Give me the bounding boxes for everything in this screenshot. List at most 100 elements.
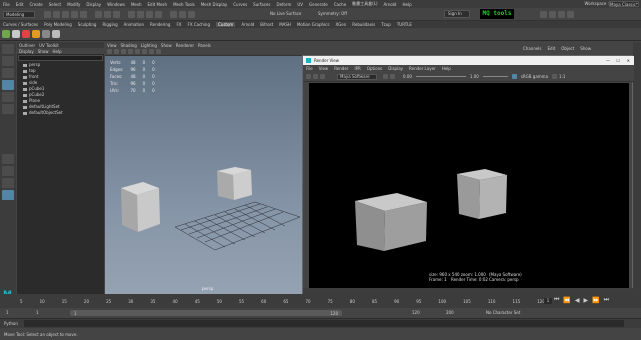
redo-icon[interactable]	[80, 11, 87, 18]
symmetry-field[interactable]: Symmetry: Off	[318, 11, 347, 16]
playback-start-field[interactable]: 1	[36, 310, 39, 315]
live-surface-field[interactable]: No Live Surface	[270, 11, 301, 16]
render-view-menu-item[interactable]: Display	[388, 66, 403, 71]
snap-plane-icon[interactable]	[155, 11, 162, 18]
shelf-pumpkin-icon[interactable]	[32, 30, 40, 38]
shelf-tab[interactable]: XGen	[335, 22, 346, 27]
render-view-menu-item[interactable]: Help	[442, 66, 451, 71]
menu-item[interactable]: Mesh	[131, 2, 142, 7]
outliner-search-input[interactable]	[18, 55, 103, 61]
outliner-menu[interactable]: Display	[19, 49, 34, 54]
shelf-tab[interactable]: Tzup	[381, 22, 391, 27]
range-start-field[interactable]: 1	[6, 310, 9, 315]
wireframe-icon[interactable]	[135, 49, 140, 54]
gamma-slider[interactable]	[482, 76, 508, 77]
menu-item[interactable]: Cache	[334, 2, 346, 7]
menu-item[interactable]: Display	[86, 2, 101, 7]
render-region-icon[interactable]	[313, 74, 318, 79]
render-view-menu-item[interactable]: Render	[334, 66, 348, 71]
select-object-icon[interactable]	[104, 11, 111, 18]
rgb-channel-icon[interactable]	[383, 74, 388, 79]
zoom-icon[interactable]	[552, 74, 558, 79]
command-input[interactable]	[24, 320, 624, 327]
channel-box-tab[interactable]: Object	[561, 46, 574, 51]
shelf-cross-icon[interactable]	[42, 30, 50, 38]
single-pane-icon[interactable]	[2, 154, 14, 164]
viewport-menu-item[interactable]: Panels	[198, 43, 211, 48]
goto-end-icon[interactable]: ⏭	[604, 296, 609, 304]
viewport-menu-item[interactable]: Renderer	[176, 43, 194, 48]
cube-2[interactable]	[217, 167, 252, 200]
shelf-sphere-icon[interactable]	[12, 30, 20, 38]
menu-item[interactable]: Mesh Display	[201, 2, 228, 7]
menu-item[interactable]: Windows	[107, 2, 125, 7]
viewport-menu-item[interactable]: Show	[161, 43, 172, 48]
menu-item[interactable]: 動畫工具盒(L)	[352, 1, 377, 7]
menu-item[interactable]: Surfaces	[253, 2, 270, 7]
render-view-menu-item[interactable]: Render Layer	[409, 66, 436, 71]
step-forward-icon[interactable]: ⏩	[592, 297, 599, 304]
zoom-value[interactable]: 1:1	[559, 74, 565, 79]
channel-box-icon[interactable]	[567, 11, 574, 18]
attribute-editor-icon[interactable]	[549, 11, 556, 18]
shelf-tab[interactable]: MASH	[279, 22, 291, 27]
textured-icon[interactable]	[149, 49, 154, 54]
render-view-menu-item[interactable]: Options	[367, 66, 382, 71]
shelf-tab[interactable]: Sculpting	[78, 22, 97, 27]
menu-item[interactable]: Curves	[233, 2, 247, 7]
color-management-icon[interactable]	[511, 74, 517, 79]
menu-item[interactable]: UV	[297, 2, 303, 7]
modeling-toolkit-icon[interactable]	[540, 11, 547, 18]
play-back-icon[interactable]: ◀	[575, 297, 580, 304]
move-tool-icon[interactable]	[2, 80, 14, 90]
paint-select-icon[interactable]	[2, 68, 14, 78]
open-scene-icon[interactable]	[53, 11, 60, 18]
menu-item[interactable]: Help	[402, 2, 411, 7]
shelf-tab[interactable]: FX Caching	[188, 22, 210, 27]
save-scene-icon[interactable]	[62, 11, 69, 18]
channel-box-tab[interactable]: Edit	[548, 46, 556, 51]
lights-icon[interactable]	[156, 49, 161, 54]
shelf-tab[interactable]: Animation	[124, 22, 144, 27]
minimize-icon[interactable]: —	[606, 58, 610, 63]
shelf-cube-icon[interactable]	[2, 30, 10, 38]
range-end-field[interactable]: 200	[446, 310, 454, 315]
goto-start-icon[interactable]: ⏮	[554, 296, 559, 304]
render-view-menu-item[interactable]: IPR	[354, 66, 360, 71]
character-set-field[interactable]: No Character Set	[486, 310, 520, 315]
outliner-tab[interactable]: UV Toolkit	[39, 43, 59, 48]
outliner-item[interactable]: defaultObjectSet	[17, 110, 104, 116]
bookmarks-icon[interactable]	[121, 49, 126, 54]
shelf-tab[interactable]: Custom	[216, 22, 236, 27]
time-slider[interactable]: 5 10 15 20 25 30 35 40 45 50 55 60 65 70 75 80 85 90 95 100…	[0, 294, 641, 308]
snap-grid-icon[interactable]	[128, 11, 135, 18]
tool-settings-icon[interactable]	[558, 11, 565, 18]
camera-attributes-icon[interactable]	[114, 49, 119, 54]
render-settings-icon[interactable]	[188, 11, 195, 18]
gamma-value[interactable]: 1.00	[470, 74, 479, 79]
render-view-menu-item[interactable]: View	[319, 66, 329, 71]
viewport-menu-item[interactable]: View	[107, 43, 117, 48]
shelf-tab[interactable]: Rendering	[150, 22, 170, 27]
maximize-icon[interactable]: ☐	[616, 58, 620, 63]
view-transform[interactable]: sRGB gamma	[521, 74, 548, 79]
menu-item[interactable]: Deform	[276, 2, 291, 7]
persp-viewport[interactable]: View Shading Lighting Show Renderer Panels Ve…	[105, 42, 302, 294]
shelf-skull-icon[interactable]	[52, 30, 60, 38]
renderer-select[interactable]: Maya Software	[337, 73, 377, 80]
viewport-menu-item[interactable]: Lighting	[141, 43, 157, 48]
scale-tool-icon[interactable]	[2, 104, 14, 114]
mode-select[interactable]: Modeling	[3, 11, 35, 18]
render-view-menu-item[interactable]: File	[306, 66, 313, 71]
shelf-tab[interactable]: Bifrost	[260, 22, 273, 27]
playback-end-field[interactable]: 120	[412, 310, 420, 315]
exposure-slider[interactable]	[415, 76, 466, 77]
shelf-tab[interactable]: FX	[176, 22, 181, 27]
select-tool-icon[interactable]	[2, 44, 14, 54]
four-pane-icon[interactable]	[2, 166, 14, 176]
camera-select-icon[interactable]	[107, 49, 112, 54]
play-forward-icon[interactable]: ▶	[584, 297, 589, 304]
smooth-shade-icon[interactable]	[142, 49, 147, 54]
menu-item[interactable]: Mesh Tools	[173, 2, 195, 7]
viewport-menu-item[interactable]: Shading	[121, 43, 137, 48]
